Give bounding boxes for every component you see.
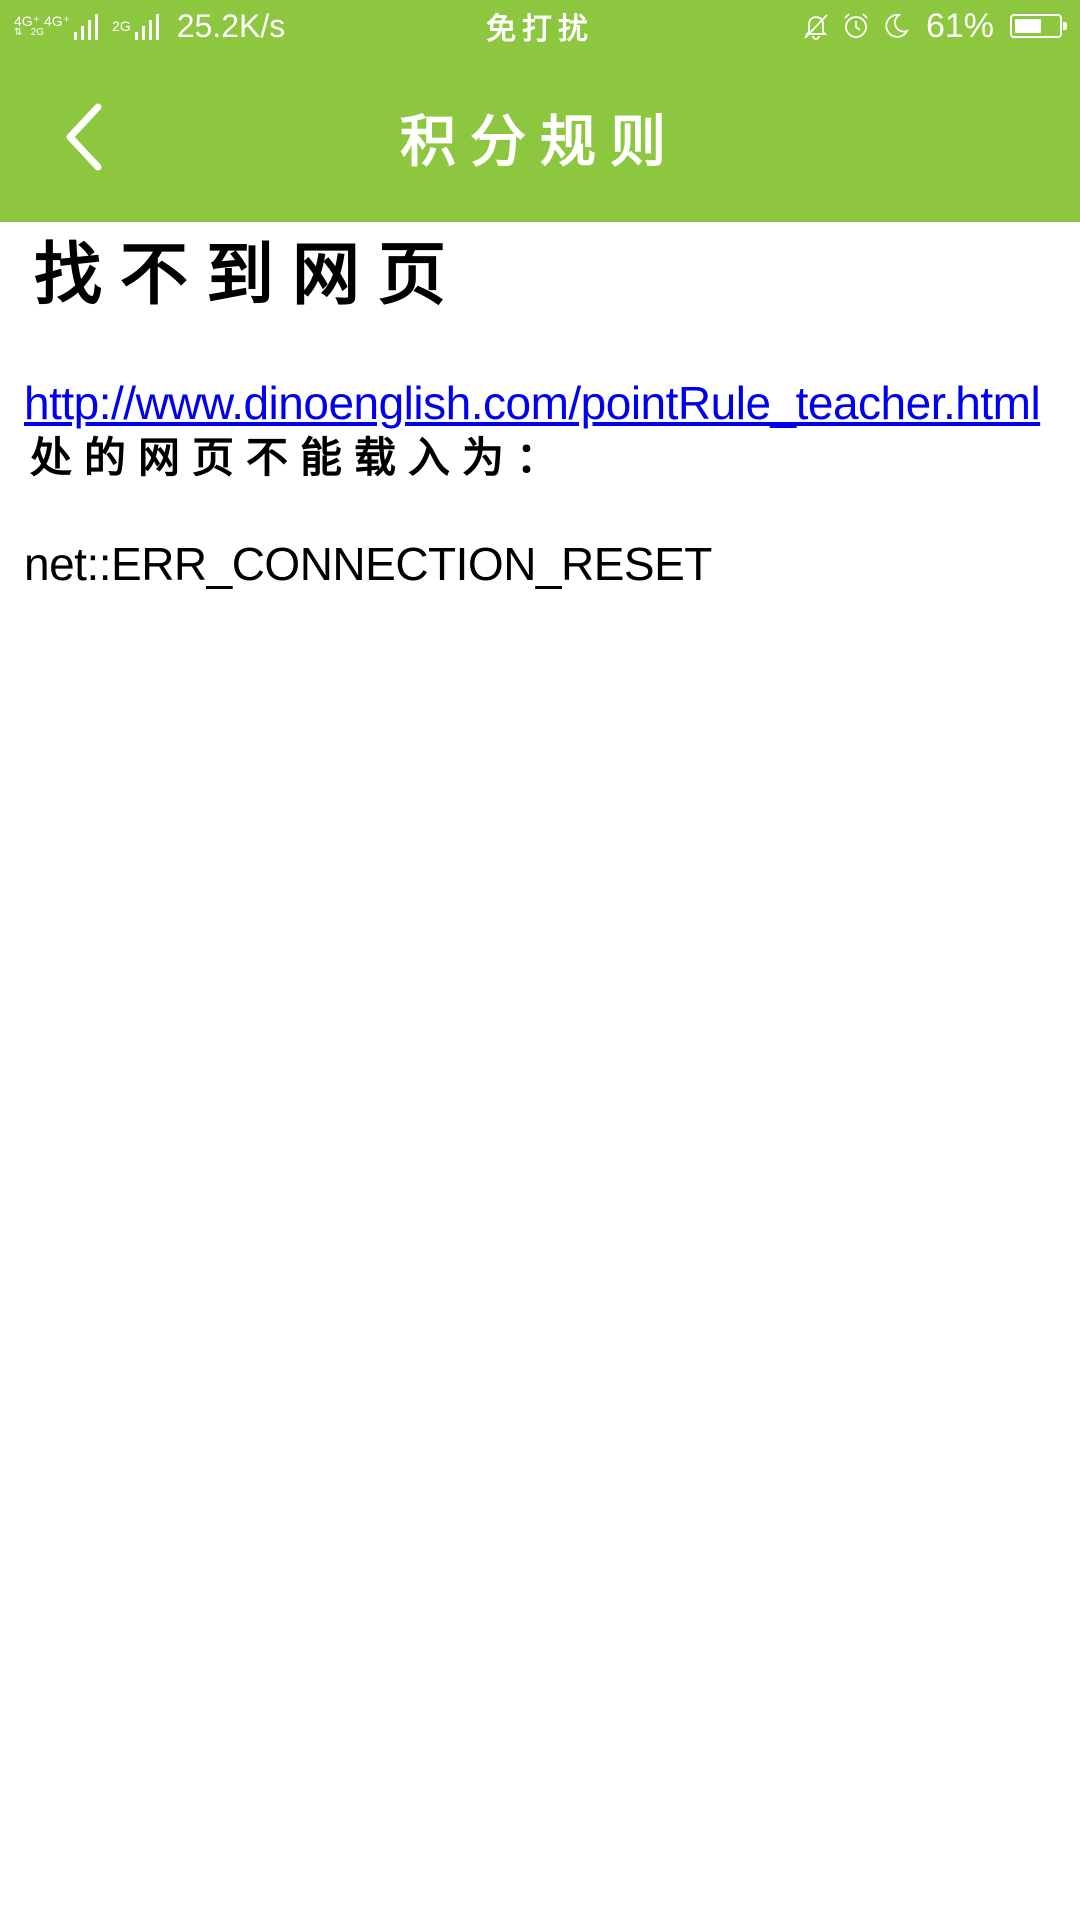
page-title: 积分规则	[400, 110, 680, 173]
error-description: 处的网页不能载入为：	[30, 434, 571, 481]
battery-percent: 61%	[925, 6, 994, 45]
alarm-icon	[840, 10, 872, 42]
status-bar: 4G⁺ 4G⁺ ⇅ 2G 2G 25.2K/s 免打扰 61%	[0, 0, 1080, 52]
bell-muted-icon	[800, 10, 832, 42]
error-url-link[interactable]: http://www.dinoenglish.com/pointRule_tea…	[24, 376, 1054, 430]
status-bar-right: 61%	[792, 4, 1067, 48]
battery-level-fill	[1015, 19, 1041, 33]
title-bar: 积分规则	[0, 52, 1080, 222]
moon-icon	[880, 10, 912, 42]
battery-icon	[1010, 14, 1067, 38]
error-title: 找不到网页	[34, 237, 465, 313]
webview-error-page: 找不到网页 http://www.dinoenglish.com/pointRu…	[24, 222, 1054, 592]
error-code: net::ERR_CONNECTION_RESET	[24, 538, 712, 590]
